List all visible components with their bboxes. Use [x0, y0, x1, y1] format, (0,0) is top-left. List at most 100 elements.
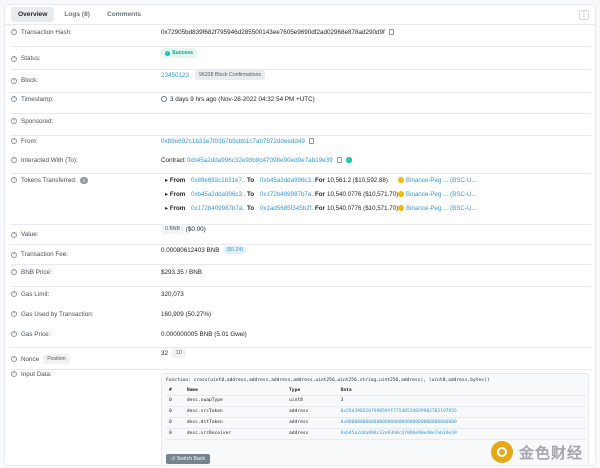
to-keyword: To: [247, 190, 255, 198]
tab-logs[interactable]: Logs (8): [57, 7, 97, 22]
help-icon: ?: [11, 177, 17, 183]
verified-check-icon: ✓: [345, 157, 352, 163]
param-data-link[interactable]: 0x00000000000000000000000000000000000000…: [337, 417, 586, 429]
to-keyword: To: [247, 176, 255, 184]
divider: [11, 286, 591, 287]
from-keyword: From: [169, 190, 186, 198]
transfer-to-link[interactable]: 0xb45a2dda996c3...: [260, 177, 314, 184]
transfer-from-link[interactable]: 0xb45a2dda996c3...: [191, 191, 245, 198]
transfer-to-link[interactable]: 0x172b409987b7a...: [260, 191, 314, 198]
watermark-text: 金色财经: [519, 444, 584, 462]
transfer-from-link[interactable]: 0x172b409987b7a...: [191, 205, 245, 212]
transaction-details-card: Overview Logs (8) Comments ⋮ ? Transactio…: [4, 4, 596, 466]
from-address-link[interactable]: 0x89e692c1b31e7f03b7b9cbb1c7ab7872ddeedd…: [161, 138, 305, 145]
sponsored-label: Sponsored:: [21, 117, 54, 125]
help-icon: ?: [11, 311, 17, 317]
help-icon: ?: [11, 371, 17, 377]
usdt-token-icon: [398, 205, 404, 211]
decoded-params-table: # Name Type Data 0 desc.swapType uint8 3…: [166, 386, 586, 440]
col-index-header: #: [166, 386, 184, 396]
help-icon: ?: [11, 269, 17, 275]
copy-icon[interactable]: [336, 157, 342, 163]
col-type-header: Type: [286, 386, 338, 396]
col-data-header: Data: [337, 386, 586, 396]
transfer-amount: 10,540.0776 ($10,571.70): [327, 190, 399, 198]
param-index: 0: [166, 395, 184, 407]
divider: [11, 46, 591, 47]
from-keyword: From: [169, 176, 186, 184]
help-icon: ?: [11, 291, 17, 297]
watermark: 金色财经: [491, 441, 583, 463]
gas-used-value: 160,909 (50.27%): [161, 310, 212, 318]
for-keyword: For: [315, 190, 325, 198]
copy-icon[interactable]: [308, 138, 314, 144]
table-row: 0 desc.srcToken address 0x55d398326f9905…: [166, 406, 586, 418]
help-icon: ?: [11, 96, 17, 102]
transfer-to-link[interactable]: 0x1ad5685f345b2f...: [260, 205, 314, 212]
status-label: Status:: [21, 55, 41, 62]
gas-price-value: 0.000000005 BNB (5.01 Gwei): [161, 330, 247, 338]
usdt-token-icon: [398, 177, 404, 183]
divider: [11, 92, 591, 93]
help-icon: ?: [11, 157, 17, 163]
param-index: 0: [166, 428, 184, 440]
table-row: 0 desc.dstToken address 0x00000000000000…: [166, 417, 586, 429]
tx-hash-label: Transaction Hash:: [21, 28, 72, 36]
for-keyword: For: [315, 204, 325, 212]
divider: [11, 69, 591, 70]
param-data: 3: [337, 395, 586, 407]
nonce-label: Nonce: [21, 355, 40, 363]
usdt-token-icon: [398, 191, 404, 197]
value-label: Value:: [21, 231, 39, 238]
tokens-label: Tokens Transferred:: [21, 176, 77, 184]
block-number-link[interactable]: 23450123: [161, 72, 189, 79]
gas-limit-value: 320,073: [161, 290, 184, 298]
help-icon: ?: [11, 77, 17, 84]
timestamp-label: Timestamp:: [21, 95, 54, 103]
help-icon: ?: [11, 231, 17, 238]
switch-back-button[interactable]: ↺ Switch Back: [166, 454, 211, 464]
block-confirmations-badge: 96338 Block Confirmations: [195, 70, 266, 80]
value-amount-badge: 0 BNB: [161, 224, 184, 234]
tab-bar: Overview Logs (8) Comments ⋮: [5, 5, 595, 25]
from-keyword: From: [169, 204, 186, 212]
token-link[interactable]: Binance-Peg ... (BSC-U...: [406, 205, 477, 212]
timestamp-value: 3 days 9 hrs ago (Nov-28-2022 04:32:54 P…: [170, 95, 315, 103]
for-keyword: For: [315, 176, 325, 184]
divider: [11, 113, 591, 114]
help-icon: ?: [11, 138, 17, 144]
token-link[interactable]: Binance-Peg ... (BSC-U...: [406, 177, 477, 184]
help-icon: ?: [11, 29, 17, 35]
param-data-link[interactable]: 0xb45a2dda996c32e93b8c47098e90ed0e7ab19e…: [337, 428, 586, 440]
table-row: 0 desc.srcReceiver address 0xb45a2dda996…: [166, 428, 586, 440]
tab-overview[interactable]: Overview: [11, 7, 55, 22]
divider: [11, 264, 591, 265]
gas-limit-label: Gas Limit:: [21, 290, 50, 298]
function-signature: Function: cross(uint8,address,address,ad…: [166, 378, 490, 383]
bnb-price-label: BNB Price:: [21, 268, 52, 276]
more-options-icon[interactable]: ⋮: [579, 10, 589, 20]
divider: [11, 369, 591, 370]
param-name: desc.swapType: [183, 395, 287, 407]
fee-value: 0.00080612403 BNB: [161, 246, 220, 254]
param-type: address: [286, 428, 338, 440]
copy-icon[interactable]: [388, 29, 394, 35]
param-data-link[interactable]: 0x55d398326f99059fF775485246999027B31979…: [337, 406, 586, 418]
token-link[interactable]: Binance-Peg ... (BSC-U...: [406, 191, 477, 198]
position-value-badge: 10: [172, 348, 186, 358]
help-icon: ?: [11, 118, 17, 124]
contract-prefix: Contract: [161, 156, 185, 164]
tab-comments[interactable]: Comments: [100, 7, 148, 22]
contract-address-link[interactable]: 0xb45a2dda996c32e93b8c47098e90ed0e7ab19e…: [187, 157, 333, 164]
param-index: 0: [166, 406, 184, 418]
param-type: address: [286, 406, 338, 418]
divider: [11, 224, 591, 225]
tx-hash-value: 0x72905bd839f682f795946d285500143ee7605e…: [161, 28, 385, 36]
transfer-amount: 10,561.2 ($10,592.88): [327, 176, 388, 184]
help-icon: ?: [11, 251, 17, 258]
status-badge: ✓ Success: [161, 48, 198, 58]
transfer-from-link[interactable]: 0x89e692c1b31e7...: [191, 177, 245, 184]
fee-label: Transaction Fee:: [21, 251, 69, 258]
block-label: Block:: [21, 77, 39, 84]
from-label: From:: [21, 137, 38, 145]
